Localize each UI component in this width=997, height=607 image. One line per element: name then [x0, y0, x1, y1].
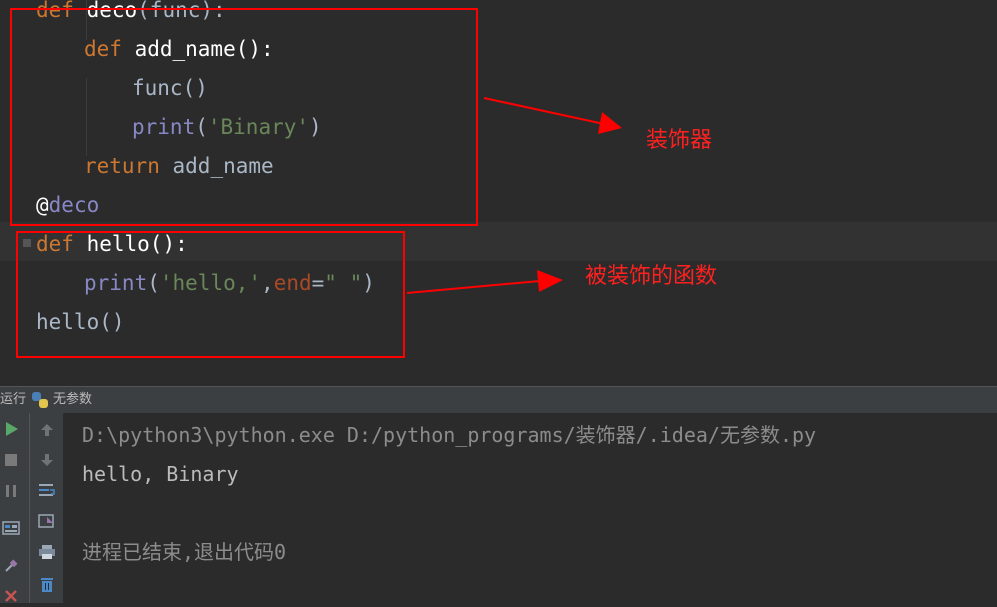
stop-icon[interactable] [0, 449, 22, 471]
soft-wrap-icon[interactable] [36, 479, 58, 501]
decorator-annotation: 装饰器 [646, 128, 713, 153]
run-icon[interactable] [0, 418, 22, 440]
fold-marker-icon[interactable] [23, 239, 31, 247]
run-console[interactable]: D:\python3\python.exe D:/python_programs… [64, 413, 997, 603]
layout-icon[interactable] [0, 517, 22, 539]
decorated-function-annotation: 被装饰的函数 [585, 264, 718, 289]
run-config-name[interactable]: 无参数 [53, 387, 92, 412]
run-tool-window-header: 运行 无参数 [0, 386, 997, 413]
pause-icon[interactable] [0, 480, 22, 502]
decorator-highlight-box [10, 8, 478, 226]
run-tab-label[interactable]: 运行 [0, 387, 26, 412]
arrow-to-decorator [483, 97, 622, 134]
scroll-up-icon[interactable] [36, 419, 58, 441]
arrow-to-decorated [406, 270, 563, 294]
console-exit-line: 进程已结束,退出代码0 [82, 540, 287, 564]
decorated-function-highlight-box [16, 231, 405, 358]
pin-icon[interactable] [0, 555, 22, 577]
console-command-line: D:\python3\python.exe D:/python_programs… [82, 423, 817, 447]
scroll-down-icon[interactable] [36, 449, 58, 471]
scroll-to-end-icon[interactable] [36, 510, 58, 532]
code-editor[interactable]: def deco(func): def add_name(): func() prin… [0, 0, 997, 386]
print-icon[interactable] [36, 541, 58, 563]
trash-icon[interactable] [36, 573, 58, 595]
run-secondary-toolbar [30, 413, 64, 603]
console-output-line: hello, Binary [82, 462, 239, 486]
close-icon[interactable] [0, 585, 22, 607]
run-left-toolbar [0, 413, 30, 603]
